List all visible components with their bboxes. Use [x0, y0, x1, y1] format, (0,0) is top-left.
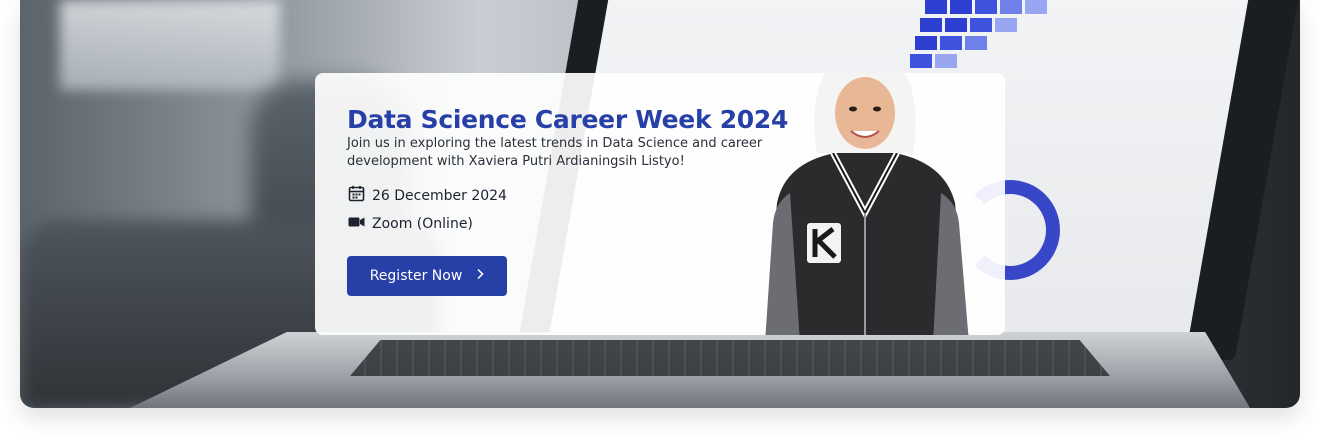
event-description: Join us in exploring the latest trends i… — [347, 136, 763, 169]
event-date-row: 26 December 2024 — [348, 185, 507, 206]
event-location-row: Zoom (Online) — [348, 216, 473, 232]
event-date: 26 December 2024 — [372, 187, 507, 204]
speaker-photo — [765, 73, 969, 335]
video-camera-icon — [348, 216, 365, 232]
event-title: Data Science Career Week 2024 — [347, 105, 789, 134]
calendar-icon — [348, 185, 365, 206]
register-button-label: Register Now — [369, 268, 463, 284]
laptop-keyboard — [350, 340, 1110, 376]
event-location: Zoom (Online) — [372, 216, 473, 232]
chevron-right-icon — [476, 268, 484, 284]
background-window — [60, 0, 280, 90]
register-button[interactable]: Register Now — [347, 256, 507, 296]
event-card: Data Science Career Week 2024 Join us in… — [315, 73, 1005, 335]
